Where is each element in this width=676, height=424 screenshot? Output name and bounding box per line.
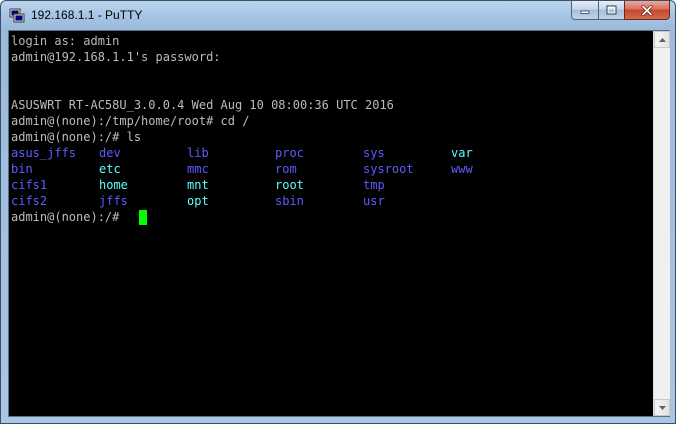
ls-entry: mnt — [187, 178, 209, 192]
ls-entry: var — [451, 146, 473, 160]
ls-entry: lib — [187, 146, 209, 160]
ls-entry: proc — [275, 146, 304, 160]
close-icon — [641, 4, 653, 16]
scrollbar-track[interactable] — [654, 48, 670, 399]
terminal-prompt: admin@(none):/# — [11, 210, 127, 224]
maximize-button[interactable] — [598, 1, 624, 20]
ls-entry: cifs2 — [11, 194, 48, 208]
vertical-scrollbar[interactable] — [653, 31, 670, 416]
client-area: login as: admin admin@192.168.1.1's pass… — [8, 30, 670, 417]
ls-entry: mmc — [187, 162, 209, 176]
scroll-up-button[interactable] — [654, 31, 670, 48]
ls-entry: opt — [187, 194, 209, 208]
scroll-down-button[interactable] — [654, 399, 670, 416]
title-bar[interactable]: 192.168.1.1 - PuTTY — [1, 1, 675, 29]
ls-entry: asus_jffs — [11, 146, 77, 160]
arrow-down-icon — [658, 405, 666, 410]
ls-entry: etc — [99, 162, 121, 176]
ls-entry: sysroot — [363, 162, 414, 176]
ls-entry: sbin — [275, 194, 304, 208]
ls-entry: tmp — [363, 178, 385, 192]
terminal-line: ASUSWRT RT-AC58U_3.0.0.4 Wed Aug 10 08:0… — [11, 98, 394, 112]
minimize-icon — [580, 10, 590, 14]
ls-entry: bin — [11, 162, 33, 176]
ls-entry: jffs — [99, 194, 128, 208]
caption-buttons — [571, 1, 670, 21]
putty-window: 192.168.1.1 - PuTTY login as: admin admi… — [0, 0, 676, 424]
terminal-cursor — [139, 210, 147, 225]
ls-entry: www — [451, 162, 473, 176]
ls-entry: dev — [99, 146, 121, 160]
terminal-line: admin@(none):/tmp/home/root# cd / — [11, 114, 250, 128]
ls-entry: sys — [363, 146, 385, 160]
window-title: 192.168.1.1 - PuTTY — [31, 8, 143, 22]
ls-entry: usr — [363, 194, 385, 208]
maximize-icon — [606, 5, 617, 15]
close-button[interactable] — [624, 1, 670, 20]
terminal-line: admin@(none):/# ls — [11, 130, 142, 144]
ls-entry: home — [99, 178, 128, 192]
terminal-line: admin@192.168.1.1's password: — [11, 50, 221, 64]
putty-icon — [9, 8, 25, 23]
ls-entry: cifs1 — [11, 178, 48, 192]
ls-entry: rom — [275, 162, 297, 176]
minimize-button[interactable] — [571, 1, 598, 20]
arrow-up-icon — [658, 37, 666, 42]
terminal-screen[interactable]: login as: admin admin@192.168.1.1's pass… — [9, 31, 653, 416]
terminal-line: login as: admin — [11, 34, 120, 48]
ls-entry: root — [275, 178, 304, 192]
